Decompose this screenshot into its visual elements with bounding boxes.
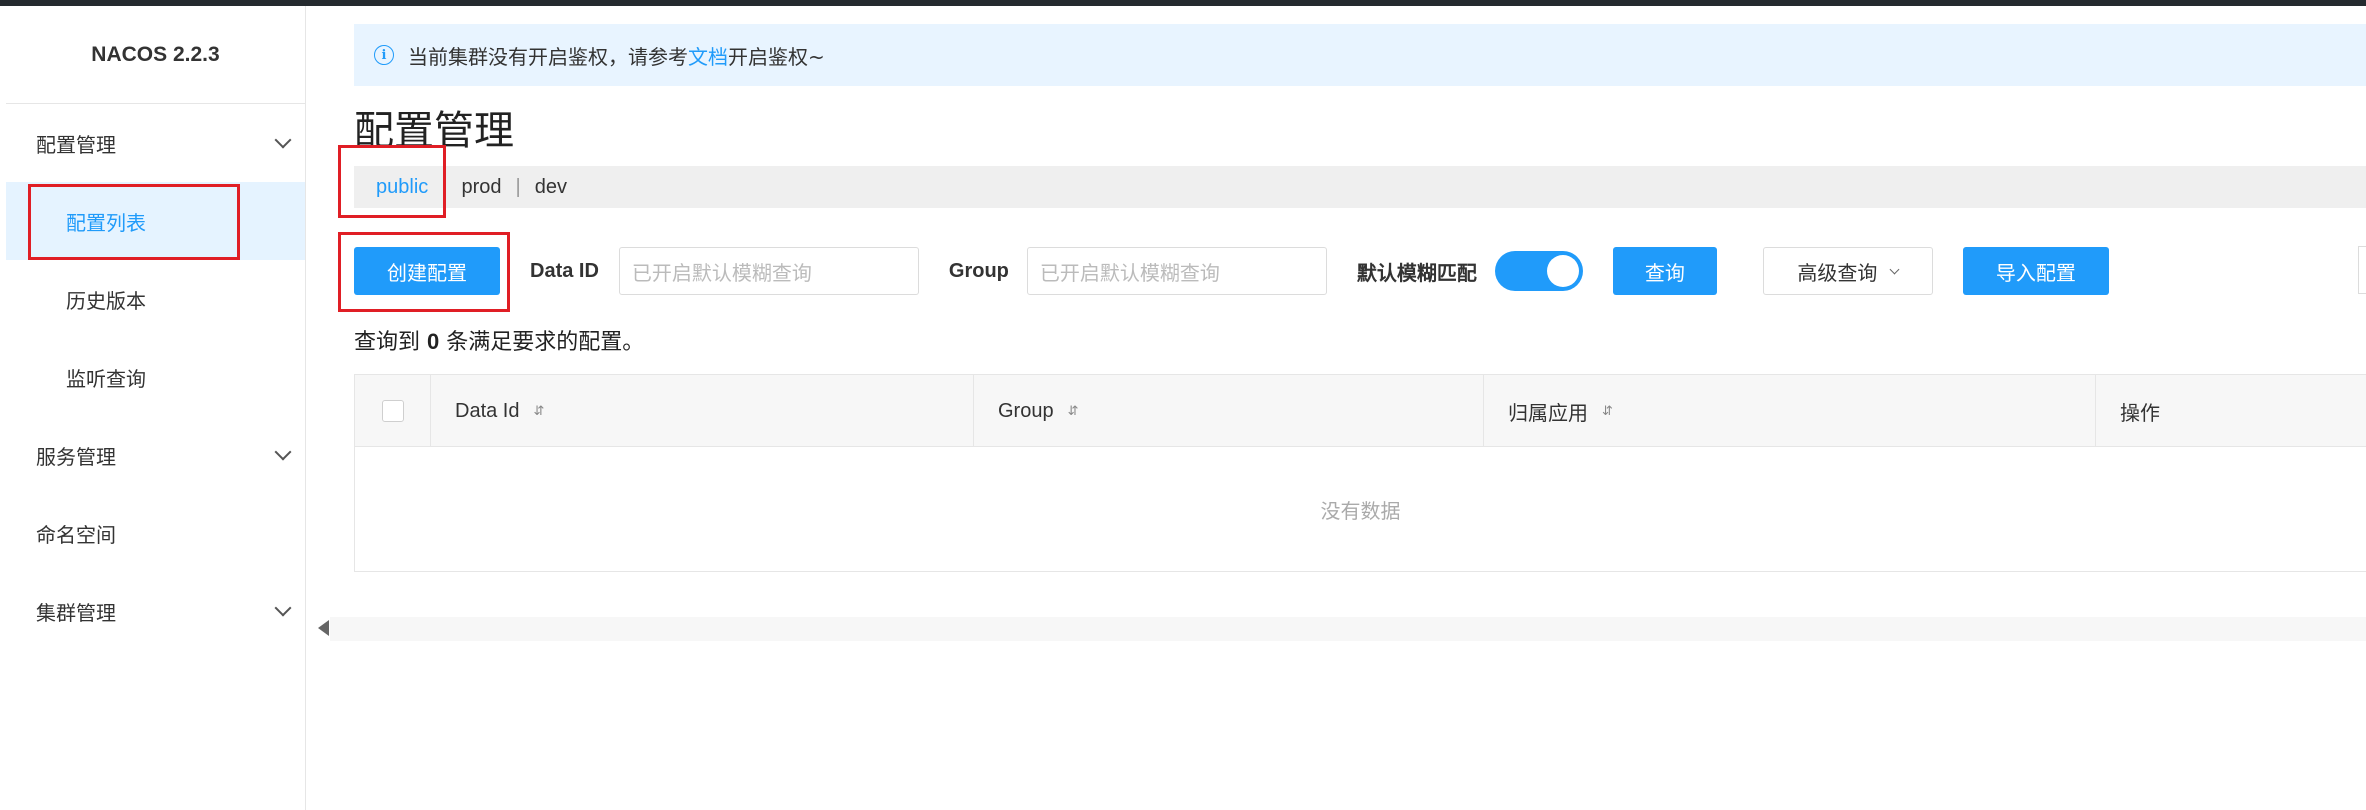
sort-icon[interactable]: ⇵ — [1068, 403, 1079, 419]
advanced-query-button[interactable]: 高级查询 — [1762, 247, 1933, 295]
toggle-knob — [1546, 255, 1579, 287]
column-actions: 操作 — [2096, 375, 2366, 447]
sort-icon[interactable]: ⇵ — [1602, 403, 1613, 419]
result-suffix: 条满足要求的配置。 — [446, 330, 645, 355]
sidebar-item-history[interactable]: 历史版本 — [6, 260, 305, 338]
chevron-down-icon — [274, 599, 292, 617]
collapse-sidebar-icon[interactable] — [318, 620, 329, 636]
namespace-dev[interactable]: dev — [535, 176, 567, 199]
sidebar-group-label: 命名空间 — [36, 522, 116, 547]
sidebar-group-label: 服务管理 — [36, 444, 116, 469]
select-all-cell — [355, 375, 431, 447]
group-input[interactable]: 已开启默认模糊查询 — [1026, 247, 1327, 295]
fuzzy-match-toggle[interactable] — [1494, 251, 1583, 291]
namespace-separator: | — [515, 175, 521, 198]
chevron-down-icon — [274, 443, 292, 461]
column-label: Group — [998, 399, 1054, 422]
sidebar-item-label: 配置列表 — [66, 210, 146, 235]
sidebar-group-cluster[interactable]: 集群管理 — [6, 572, 305, 650]
column-app[interactable]: 归属应用 ⇵ — [1484, 375, 2096, 447]
sidebar-group-service[interactable]: 服务管理 — [6, 416, 305, 494]
data-id-input[interactable]: 已开启默认模糊查询 — [618, 247, 919, 295]
chevron-down-icon — [1889, 264, 1900, 274]
info-icon: i — [374, 45, 394, 65]
docs-link[interactable]: 文档 — [688, 41, 728, 70]
sidebar-group-label: 配置管理 — [36, 132, 116, 157]
table-header: Data Id ⇵ Group ⇵ 归属应用 ⇵ 操作 — [355, 375, 2366, 447]
fuzzy-match-label: 默认模糊匹配 — [1356, 262, 1477, 285]
sort-icon[interactable]: ⇵ — [533, 403, 544, 419]
result-summary: 查询到 0 条满足要求的配置。 — [354, 324, 644, 356]
data-id-label: Data ID — [530, 259, 599, 282]
config-table: Data Id ⇵ Group ⇵ 归属应用 ⇵ 操作 没有数据 — [354, 374, 2366, 572]
column-label: Data Id — [455, 399, 520, 422]
main-content: i 当前集群没有开启鉴权，请参考 文档 开启鉴权~ 配置管理 public | … — [354, 6, 2366, 810]
advanced-query-label: 高级查询 — [1797, 260, 1878, 285]
sidebar: NACOS 2.2.3 配置管理 配置列表 历史版本 监听查询 服务管理 命名空… — [6, 6, 306, 810]
chevron-down-icon — [274, 131, 292, 149]
sidebar-item-config-list[interactable]: 配置列表 — [6, 182, 305, 260]
truncated-button[interactable] — [2358, 246, 2366, 294]
namespace-public[interactable]: public — [376, 176, 428, 199]
group-label: Group — [948, 259, 1009, 282]
sidebar-group-label: 集群管理 — [36, 600, 116, 625]
column-label: 操作 — [2120, 402, 2160, 425]
import-config-button[interactable]: 导入配置 — [1962, 247, 2109, 295]
query-button[interactable]: 查询 — [1612, 247, 1717, 295]
sidebar-item-label: 监听查询 — [66, 366, 146, 391]
result-count: 0 — [427, 329, 440, 354]
result-prefix: 查询到 — [354, 330, 421, 355]
notice-text: 当前集群没有开启鉴权，请参考 — [408, 44, 688, 69]
column-data-id[interactable]: Data Id ⇵ — [431, 375, 974, 447]
namespace-separator: | — [442, 175, 448, 198]
namespace-prod[interactable]: prod — [461, 176, 501, 199]
create-config-button[interactable]: 创建配置 — [354, 247, 500, 295]
filter-bar: 创建配置 Data ID 已开启默认模糊查询 Group 已开启默认模糊查询 默… — [354, 246, 2366, 296]
sidebar-item-label: 历史版本 — [66, 288, 146, 313]
auth-notice: i 当前集群没有开启鉴权，请参考 文档 开启鉴权~ — [354, 24, 2366, 86]
empty-state: 没有数据 — [1320, 498, 1401, 523]
app-logo: NACOS 2.2.3 — [6, 6, 305, 104]
column-label: 归属应用 — [1508, 402, 1588, 425]
notice-text-suffix: 开启鉴权~ — [728, 44, 825, 69]
sidebar-item-namespace[interactable]: 命名空间 — [6, 494, 305, 572]
sidebar-item-listener-query[interactable]: 监听查询 — [6, 338, 305, 416]
column-group[interactable]: Group ⇵ — [974, 375, 1484, 447]
sidebar-group-config[interactable]: 配置管理 — [6, 104, 305, 182]
namespace-bar: public | prod | dev — [354, 166, 2366, 208]
select-all-checkbox[interactable] — [381, 400, 404, 422]
page-title: 配置管理 — [354, 108, 514, 154]
